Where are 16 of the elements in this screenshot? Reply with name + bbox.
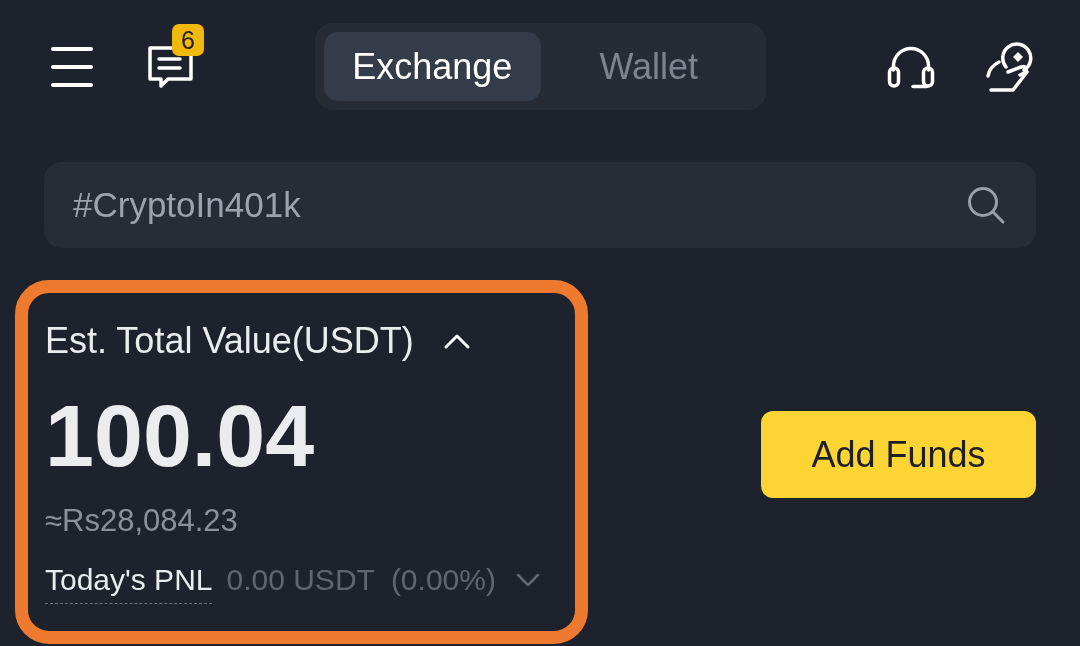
tab[interactable]: Wallet xyxy=(540,32,757,101)
pnl-label[interactable]: Today's PNL xyxy=(45,562,213,604)
notification-badge: 6 xyxy=(172,23,204,56)
pnl-percent: (0.00%) xyxy=(390,562,496,598)
search-icon[interactable] xyxy=(966,185,1006,225)
chevron-up-icon[interactable] xyxy=(442,332,471,350)
headset-icon[interactable] xyxy=(887,44,935,89)
add-funds-button[interactable]: Add Funds xyxy=(761,411,1036,498)
tab[interactable]: Exchange xyxy=(324,32,541,101)
balance-title: Est. Total Value(USDT) xyxy=(45,319,414,363)
pnl-value: 0.00 USDT xyxy=(226,562,375,598)
fiat-value: ≈Rs28,084.23 xyxy=(45,502,238,540)
menu-icon[interactable] xyxy=(51,45,93,88)
search-field[interactable]: #CryptoIn401k xyxy=(44,162,1036,248)
balance-amount: 100.04 xyxy=(45,388,315,484)
chevron-down-icon[interactable] xyxy=(515,573,540,588)
